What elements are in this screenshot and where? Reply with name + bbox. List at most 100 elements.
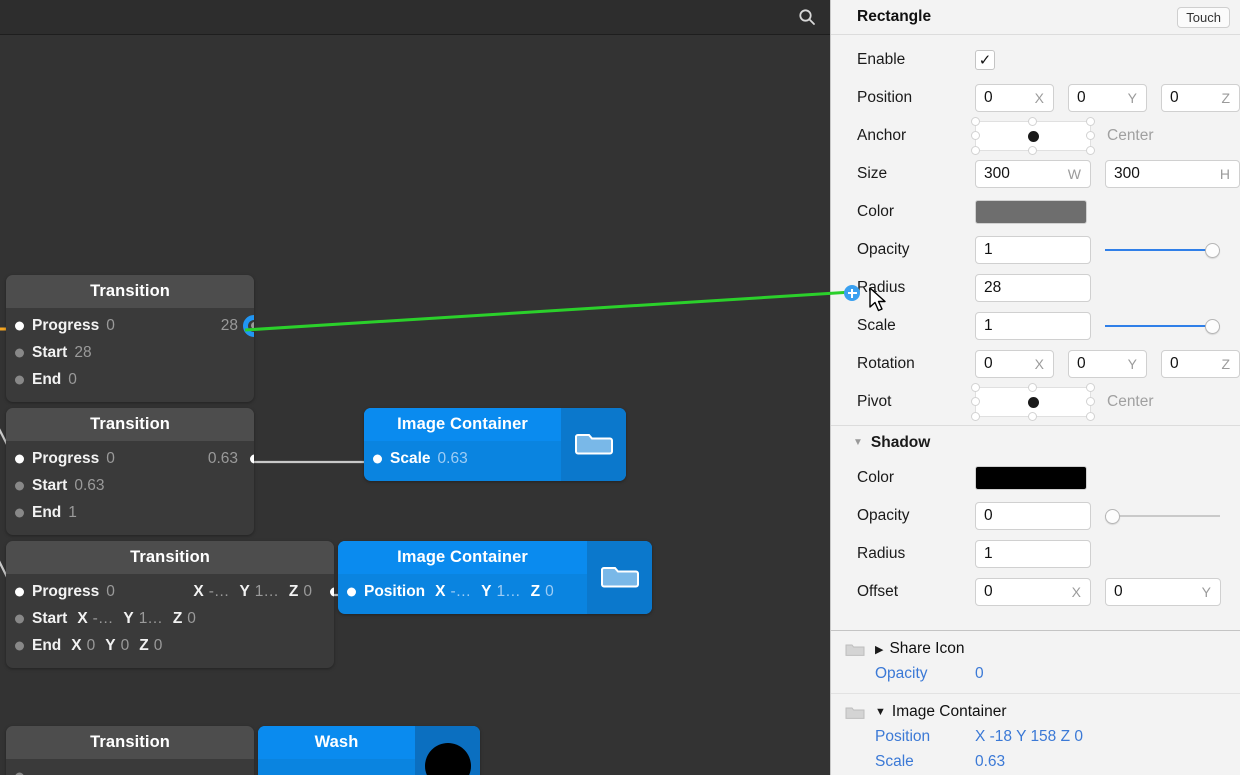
node-transition-3[interactable]: Transition Progress 0 X -… Y 1… Z 0 Star… [6, 541, 334, 668]
rotation-z-field[interactable]: 0 Z [1161, 350, 1240, 378]
shadow-radius-field[interactable]: 1 [975, 540, 1091, 568]
output-port[interactable] [243, 314, 254, 337]
input-port[interactable] [15, 348, 24, 357]
pivot-dot-br[interactable] [1086, 412, 1095, 421]
pivot-dot-tc[interactable] [1028, 383, 1037, 392]
axis-value-y: 1… [496, 582, 521, 600]
layer-list[interactable]: ▶ Share Icon Opacity 0 ▼ Image Container… [831, 630, 1240, 775]
layer-header[interactable]: ▶ Share Icon [831, 637, 1240, 661]
rotation-x-field[interactable]: 0 X [975, 350, 1054, 378]
node-transition-2[interactable]: Transition Progress 0 0.63 Start 0.63 En… [6, 408, 254, 535]
shadow-offset-y-field[interactable]: 0 Y [1105, 578, 1221, 606]
pivot-dot-mr[interactable] [1086, 397, 1095, 406]
pivot-dot-bl[interactable] [971, 412, 980, 421]
node-row-end[interactable]: End 1 [6, 499, 254, 526]
node-row-start[interactable]: Start 28 [6, 339, 254, 366]
shadow-offset-x-field[interactable]: 0 X [975, 578, 1091, 606]
slider-knob[interactable] [1205, 318, 1220, 334]
node-transition-1[interactable]: Transition Progress 0 28 Start 28 End 0 [6, 275, 254, 402]
anchor-dot-ml[interactable] [971, 131, 980, 140]
slider-knob[interactable] [1105, 508, 1120, 524]
field-value: 1 [984, 317, 993, 334]
position-x-field[interactable]: 0 X [975, 84, 1054, 112]
pivot-dot-mc[interactable] [1028, 397, 1039, 408]
pivot-dot-tl[interactable] [971, 383, 980, 392]
node-row-scale[interactable]: Scale 0.63 [364, 445, 561, 472]
pivot-dot-bc[interactable] [1028, 412, 1037, 421]
anchor-dot-tr[interactable] [1086, 117, 1095, 126]
node-row-progress[interactable]: Progress 0 28 [6, 312, 254, 339]
layer-header[interactable]: ▼ Image Container [831, 700, 1240, 724]
input-port[interactable] [15, 587, 24, 596]
layer-group-share-icon[interactable]: ▶ Share Icon Opacity 0 [831, 631, 1240, 694]
input-port[interactable] [15, 375, 24, 384]
slider-knob[interactable] [1205, 242, 1220, 258]
input-port[interactable] [347, 587, 356, 596]
shadow-section-header[interactable]: ▼ Shadow [831, 425, 1240, 459]
layer-property[interactable]: Scale 0.63 [831, 749, 1240, 774]
graph-viewport[interactable]: Transition Progress 0 28 Start 28 End 0 … [0, 35, 830, 775]
node-image-container-2[interactable]: Image Container Position X -… Y 1… Z 0 [338, 541, 652, 614]
node-row-end[interactable]: End 0 [6, 366, 254, 393]
scale-slider[interactable] [1105, 316, 1220, 336]
color-swatch[interactable] [975, 200, 1087, 224]
pivot-dot-ml[interactable] [971, 397, 980, 406]
node-row-progress[interactable]: Progress 0 X -… Y 1… Z 0 [6, 578, 334, 605]
anchor-dot-bc[interactable] [1028, 146, 1037, 155]
node-icon-pane[interactable] [587, 541, 652, 614]
layer-property[interactable]: Position X -18 Y 158 Z 0 [831, 724, 1240, 749]
anchor-dot-tc[interactable] [1028, 117, 1037, 126]
input-port[interactable] [15, 321, 24, 330]
row-enable: Enable ✓ [831, 41, 1240, 79]
node-image-container-1[interactable]: Image Container Scale 0.63 [364, 408, 626, 481]
input-port[interactable] [15, 508, 24, 517]
scale-field[interactable]: 1 [975, 312, 1091, 340]
chevron-down-icon[interactable]: ▼ [875, 706, 886, 718]
position-z-field[interactable]: 0 Z [1161, 84, 1240, 112]
node-wash-1[interactable]: Wash [258, 726, 480, 775]
opacity-field[interactable]: 1 [975, 236, 1091, 264]
input-port[interactable] [15, 641, 24, 650]
radius-field[interactable]: 28 [975, 274, 1091, 302]
node-row-progress[interactable]: Progress 0 0.63 [6, 445, 254, 472]
chevron-right-icon[interactable]: ▶ [875, 643, 883, 656]
node-row-partial[interactable] [6, 763, 254, 775]
node-row-position[interactable]: Position X -… Y 1… Z 0 [338, 578, 587, 605]
node-icon-pane[interactable] [561, 408, 626, 481]
anchor-picker[interactable] [971, 117, 1095, 155]
output-port[interactable] [330, 587, 334, 596]
node-transition-4[interactable]: Transition [6, 726, 254, 775]
input-port[interactable] [15, 481, 24, 490]
size-h-field[interactable]: 300 H [1105, 160, 1240, 188]
anchor-dot-mc[interactable] [1028, 131, 1039, 142]
node-graph-canvas[interactable]: Transition Progress 0 28 Start 28 End 0 … [0, 0, 830, 775]
input-port[interactable] [15, 614, 24, 623]
pivot-dot-tr[interactable] [1086, 383, 1095, 392]
node-icon-pane[interactable] [415, 726, 480, 775]
node-row-start[interactable]: Start X -… Y 1… Z 0 [6, 605, 334, 632]
shadow-opacity-slider[interactable] [1105, 506, 1220, 526]
layer-group-image-container[interactable]: ▼ Image Container Position X -18 Y 158 Z… [831, 694, 1240, 775]
search-icon[interactable] [798, 8, 816, 26]
shadow-color-swatch[interactable] [975, 466, 1087, 490]
node-row-start[interactable]: Start 0.63 [6, 472, 254, 499]
touch-button[interactable]: Touch [1177, 6, 1230, 28]
input-port[interactable] [15, 454, 24, 463]
row-value: 0 [68, 370, 77, 388]
row-value: 1 [68, 503, 77, 521]
opacity-slider[interactable] [1105, 240, 1220, 260]
anchor-dot-mr[interactable] [1086, 131, 1095, 140]
node-row-end[interactable]: End X 0 Y 0 Z 0 [6, 632, 334, 659]
anchor-dot-tl[interactable] [971, 117, 980, 126]
shadow-opacity-field[interactable]: 0 [975, 502, 1091, 530]
anchor-dot-bl[interactable] [971, 146, 980, 155]
anchor-dot-br[interactable] [1086, 146, 1095, 155]
position-y-field[interactable]: 0 Y [1068, 84, 1147, 112]
input-port[interactable] [373, 454, 382, 463]
size-w-field[interactable]: 300 W [975, 160, 1091, 188]
output-port[interactable] [250, 454, 254, 463]
enable-checkbox[interactable]: ✓ [975, 50, 995, 70]
rotation-y-field[interactable]: 0 Y [1068, 350, 1147, 378]
pivot-picker[interactable] [971, 383, 1095, 421]
layer-property[interactable]: Opacity 0 [831, 661, 1240, 686]
